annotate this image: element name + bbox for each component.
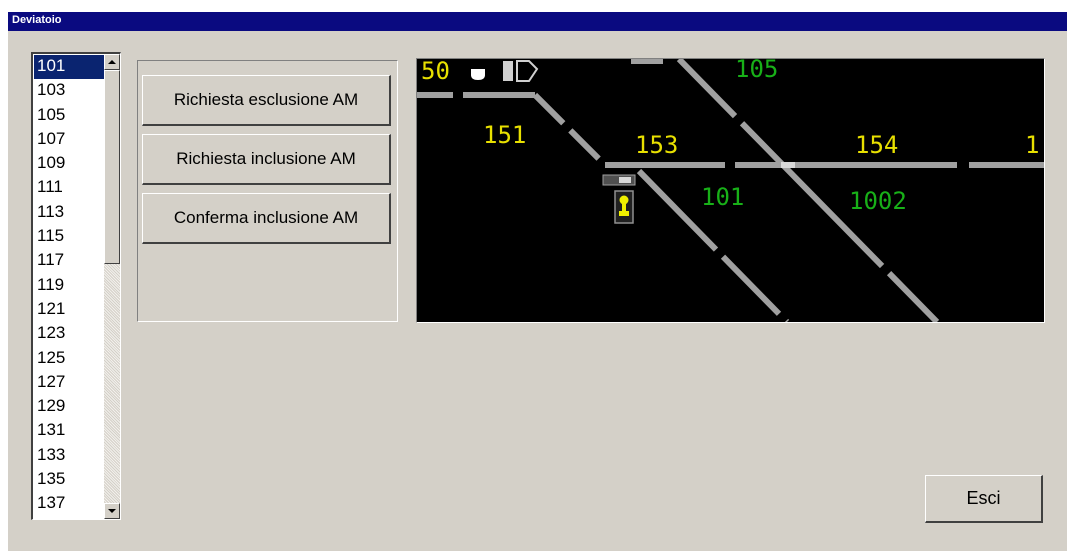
list-item[interactable]: 125 [34,347,107,371]
arrow-down-icon [108,509,116,513]
list-item[interactable]: 103 [34,79,107,103]
label-101: 101 [701,183,744,211]
arrow-up-icon [108,60,116,64]
switch-listbox[interactable]: 101 103 105 107 109 111 113 115 117 119 121 123 125 1… [31,52,121,520]
partial-right-label: 1 [1025,131,1039,159]
equipment-box-icon [503,61,513,81]
list-item[interactable]: 129 [34,395,107,419]
label-151: 151 [483,121,526,149]
list-item[interactable]: 113 [34,201,107,225]
list-item[interactable]: 131 [34,419,107,443]
track-diagram: 50 105 151 153 154 1 101 1002 [416,58,1045,323]
list-item[interactable]: 119 [34,274,107,298]
list-item[interactable]: 117 [34,249,107,273]
list-item[interactable]: 135 [34,468,107,492]
exit-button[interactable]: Esci [925,475,1043,523]
title-bar: Deviatoio [0,0,1067,31]
scroll-down-button[interactable] [104,503,120,519]
equipment-outline-icon [516,60,539,82]
switch-list-items: 101 103 105 107 109 111 113 115 117 119 121 123 125 1… [34,55,107,517]
signal-head-icon [471,69,485,80]
switch-indicator-fill [619,177,631,183]
request-inclusion-button[interactable]: Richiesta inclusione AM [142,134,391,185]
window-left-edge [0,30,8,551]
list-item[interactable]: 101 [34,55,107,80]
signal-post-icon [622,203,626,211]
list-item[interactable]: 133 [34,444,107,468]
scroll-thumb[interactable] [104,70,120,264]
signal-base-icon [619,211,629,216]
track-segment [532,92,608,168]
list-item[interactable]: 127 [34,371,107,395]
list-item[interactable]: 107 [34,128,107,152]
window-title: Deviatoio [12,14,62,26]
track-diagram-canvas: 50 105 151 153 154 1 101 1002 [417,59,1044,322]
confirm-inclusion-button[interactable]: Conferma inclusione AM [142,193,391,244]
label-154: 154 [855,131,898,159]
scroll-up-button[interactable] [104,54,120,70]
list-item[interactable]: 137 [34,492,107,516]
list-item[interactable]: 109 [34,152,107,176]
label-153: 153 [635,131,678,159]
list-scrollbar[interactable] [104,54,120,519]
request-exclusion-button[interactable]: Richiesta esclusione AM [142,75,391,126]
list-item[interactable]: 111 [34,176,107,200]
list-item[interactable]: 105 [34,104,107,128]
list-item[interactable]: 115 [34,225,107,249]
label-105: 105 [735,59,778,83]
title-bar-background [8,12,1067,31]
list-item[interactable]: 123 [34,322,107,346]
list-item[interactable]: 121 [34,298,107,322]
partial-left-label: 50 [421,59,450,85]
command-panel: Richiesta esclusione AM Richiesta inclus… [137,60,398,322]
track-crossing [781,162,795,168]
label-1002: 1002 [849,187,907,215]
